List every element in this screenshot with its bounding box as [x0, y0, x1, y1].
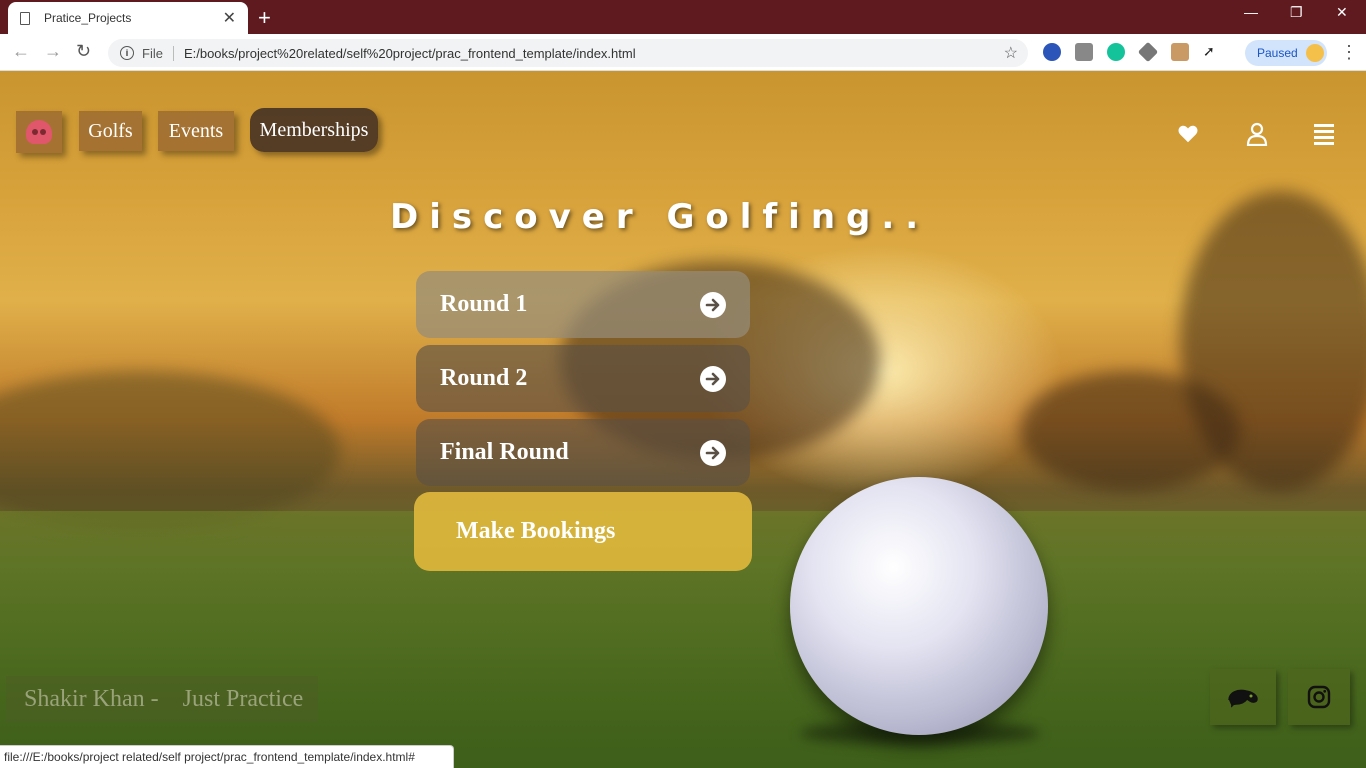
round-label: Round 1 [440, 291, 528, 317]
arrow-right-icon [700, 439, 726, 466]
extension-icon[interactable] [1171, 43, 1189, 61]
skull-icon [26, 120, 52, 144]
heart-icon[interactable] [1177, 123, 1199, 145]
status-bar-url: file:///E:/books/project related/self pr… [0, 745, 454, 768]
page-viewport: Golfs Events Memberships Discover Golfin… [0, 71, 1366, 768]
page-icon [20, 11, 30, 25]
nav-link-memberships[interactable]: Memberships [250, 108, 378, 152]
url-text[interactable]: E:/books/project%20related/self%20projec… [184, 46, 636, 61]
back-button[interactable]: ← [12, 41, 30, 62]
browser-tab[interactable]: Pratice_Projects ✕ [8, 2, 248, 34]
chameleon-social-link[interactable] [1210, 669, 1276, 725]
round-label: Final Round [440, 439, 569, 465]
footer-credit: Shakir Khan - Just Practice [6, 676, 318, 722]
round-1-button[interactable]: Round 1 [416, 271, 750, 338]
browser-menu-icon[interactable]: ⋮ [1340, 42, 1358, 63]
grammarly-icon[interactable] [1107, 43, 1125, 61]
extension-icon[interactable] [1137, 41, 1159, 63]
new-tab-button[interactable]: + [258, 5, 271, 31]
bookmark-star-icon[interactable]: ☆ [1004, 43, 1018, 63]
browser-tab-bar: Pratice_Projects ✕ + — ❐ ✕ [0, 0, 1366, 34]
profile-paused-button[interactable]: Paused [1245, 40, 1327, 66]
arrow-right-icon [700, 291, 726, 318]
reload-button[interactable]: ↻ [76, 41, 91, 62]
arrow-right-icon [700, 365, 726, 392]
background-trees [1020, 371, 1240, 491]
logo[interactable] [16, 111, 62, 153]
tab-title: Pratice_Projects [44, 11, 132, 25]
avatar [1305, 44, 1324, 62]
hero-title: Discover Golfing.. [390, 197, 930, 237]
background-hill [0, 371, 340, 531]
menu-icon[interactable] [1314, 123, 1334, 145]
golf-ball-image [790, 477, 1048, 735]
info-icon[interactable]: i [120, 46, 134, 60]
close-tab-icon[interactable]: ✕ [223, 8, 236, 28]
nav-link-events[interactable]: Events [158, 111, 234, 151]
file-label: File [142, 45, 174, 61]
instagram-icon [1307, 685, 1331, 709]
instagram-link[interactable] [1288, 669, 1350, 725]
chameleon-icon [1228, 689, 1258, 708]
round-label: Round 2 [440, 365, 528, 391]
extension-icon[interactable] [1075, 43, 1093, 61]
close-window-button[interactable]: ✕ [1336, 4, 1348, 21]
final-round-button[interactable]: Final Round [416, 419, 750, 486]
paused-label: Paused [1257, 46, 1298, 60]
user-icon[interactable] [1246, 122, 1268, 146]
make-bookings-button[interactable]: Make Bookings [414, 492, 752, 571]
restore-button[interactable]: ❐ [1290, 4, 1303, 21]
extension-icon[interactable] [1043, 43, 1061, 61]
address-bar[interactable]: i File E:/books/project%20related/self%2… [108, 39, 1028, 67]
browser-toolbar: ← → ↻ i File E:/books/project%20related/… [0, 34, 1366, 71]
minimize-button[interactable]: — [1244, 4, 1258, 20]
forward-button[interactable]: → [44, 41, 62, 62]
cursor-extension-icon[interactable]: ➚ [1203, 43, 1221, 61]
nav-link-golfs[interactable]: Golfs [79, 111, 142, 151]
round-2-button[interactable]: Round 2 [416, 345, 750, 412]
